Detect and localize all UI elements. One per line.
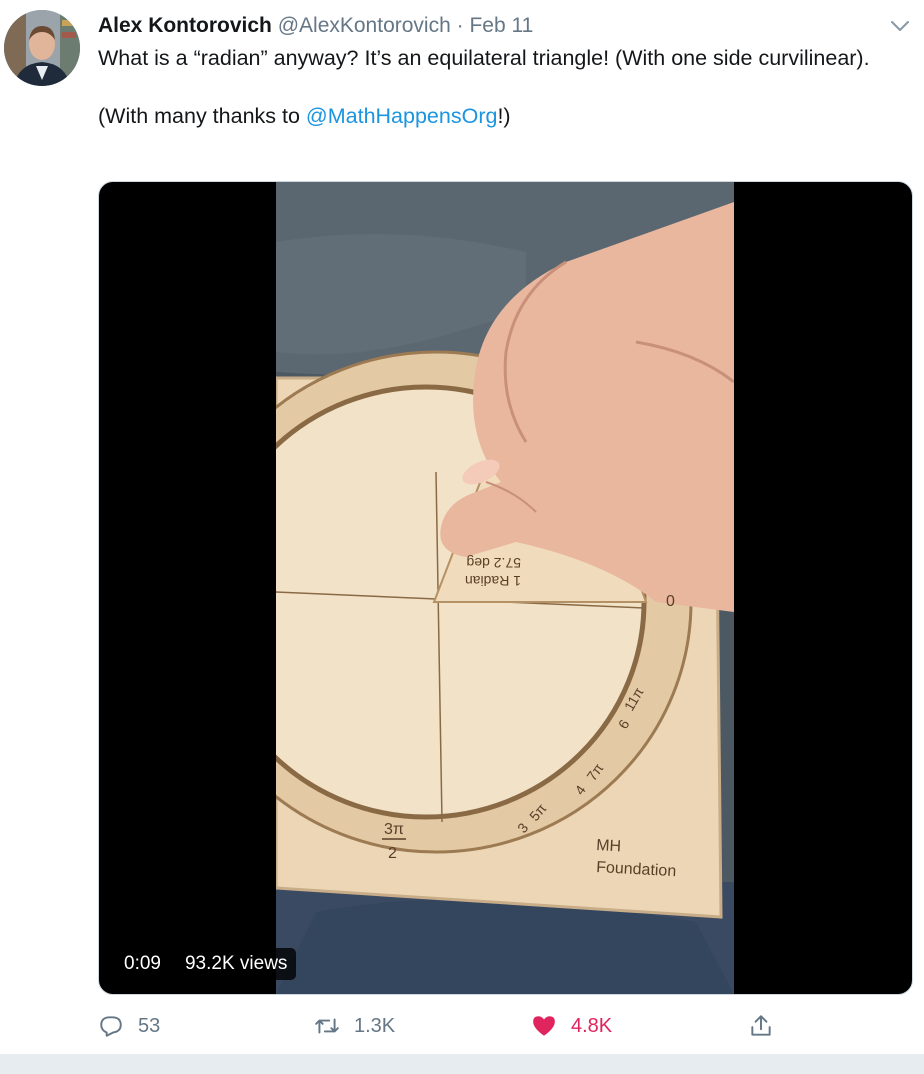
like-button[interactable]: 4.8K [531, 1008, 612, 1044]
three-pi-den: 2 [388, 845, 397, 862]
share-icon [751, 1015, 771, 1036]
tweet-text: What is a “radian” anyway? It’s an equil… [98, 44, 888, 131]
degrees-label: 57.2 deg [467, 555, 522, 571]
mention-link[interactable]: @MathHappensOrg [306, 104, 498, 128]
footer-divider [0, 1054, 924, 1074]
tweet-header: Alex Kontorovich @AlexKontorovich · Feb … [98, 12, 533, 40]
tweet-date[interactable]: Feb 11 [469, 14, 533, 37]
tweet-text-suffix: !) [497, 104, 511, 128]
tweet-text-prefix: (With many thanks to [98, 104, 306, 128]
video-view-count: 93.2K views [175, 948, 297, 980]
three-pi-num: 3π [384, 821, 404, 838]
radian-label: 1 Radian [465, 573, 521, 589]
heart-icon [533, 1016, 555, 1036]
share-button[interactable] [748, 1008, 788, 1044]
like-count: 4.8K [571, 1014, 613, 1037]
video-timestamp: 0:09 [115, 948, 170, 980]
avatar-photo [4, 10, 80, 86]
tweet-actions: 53 1.3K 4.8K [98, 1008, 898, 1044]
retweet-button[interactable]: 1.3K [314, 1008, 395, 1044]
foundation-line1: MH [596, 837, 622, 855]
video-info-overlay: 0:09 93.2K views [115, 948, 297, 980]
tweet-text-line2: (With many thanks to @MathHappensOrg!) [98, 102, 888, 131]
author-handle[interactable]: @AlexKontorovich [278, 14, 451, 37]
tweet-text-line1: What is a “radian” anyway? It’s an equil… [98, 46, 870, 70]
retweet-icon [315, 1018, 339, 1034]
chevron-down-icon[interactable] [888, 14, 912, 38]
video-frame: 1 Radian 57.2 deg 0 11π 6 7π 4 5π 3 3π 2… [276, 182, 734, 994]
video-player[interactable]: 1 Radian 57.2 deg 0 11π 6 7π 4 5π 3 3π 2… [98, 181, 913, 995]
zero-label: 0 [666, 593, 675, 610]
retweet-count: 1.3K [354, 1014, 396, 1037]
reply-count: 53 [138, 1014, 161, 1037]
reply-button[interactable]: 53 [98, 1008, 160, 1044]
reply-icon [100, 1016, 122, 1037]
header-separator: · [456, 14, 464, 37]
author-avatar[interactable] [4, 10, 80, 86]
author-name[interactable]: Alex Kontorovich [98, 14, 272, 37]
